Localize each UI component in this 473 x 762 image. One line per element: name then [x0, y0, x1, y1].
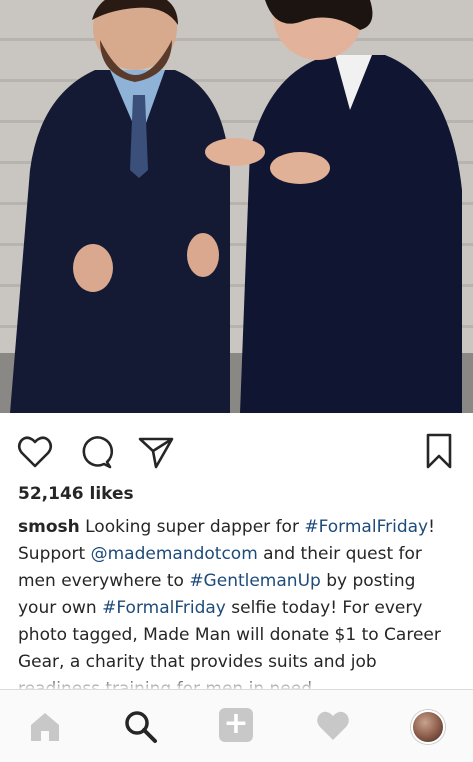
post-caption: smosh Looking super dapper for #FormalFr… — [18, 514, 458, 690]
hashtag-link[interactable]: #GentlemanUp — [189, 571, 320, 591]
post-photo[interactable] — [0, 0, 473, 413]
hashtag-link[interactable]: #FormalFriday — [102, 598, 226, 618]
caption-username[interactable]: smosh — [18, 517, 80, 537]
activity-heart-icon[interactable] — [315, 708, 351, 744]
bottom-navigation-bar: + — [0, 689, 473, 762]
profile-avatar[interactable] — [411, 710, 447, 746]
search-icon[interactable] — [122, 708, 158, 744]
home-icon[interactable] — [27, 708, 63, 744]
like-heart-icon[interactable] — [16, 433, 54, 471]
avatar — [411, 710, 445, 744]
add-post-button[interactable]: + — [219, 708, 255, 744]
caption-text: Looking super dapper for — [79, 517, 305, 537]
likes-count[interactable]: 52,146 likes — [18, 484, 134, 504]
mention-link[interactable]: @mademandotcom — [91, 544, 258, 564]
share-icon[interactable] — [137, 433, 175, 471]
bookmark-icon[interactable] — [420, 433, 458, 471]
hashtag-link[interactable]: #FormalFriday — [304, 517, 428, 537]
comment-icon[interactable] — [77, 433, 115, 471]
add-icon: + — [219, 708, 253, 742]
photo-illustration — [0, 0, 473, 413]
post-actions-bar — [0, 413, 473, 485]
